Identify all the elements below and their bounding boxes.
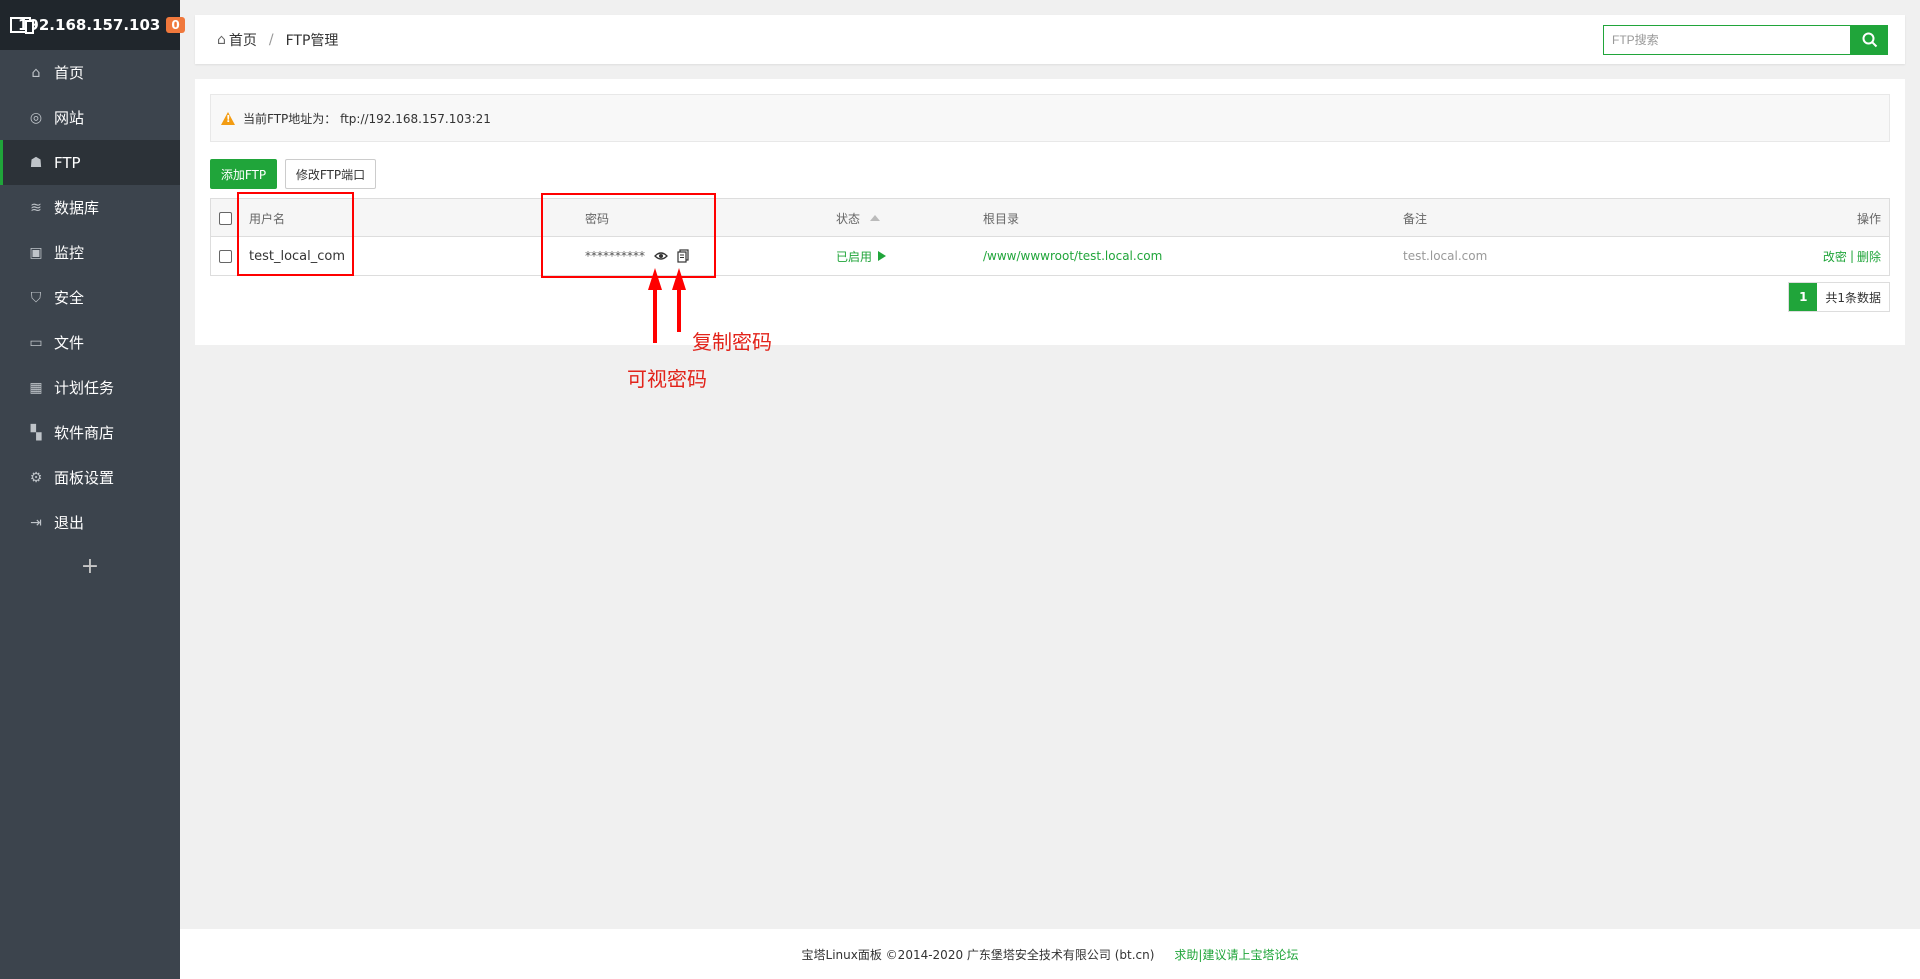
password-highlight-box xyxy=(541,193,716,278)
monitor-icon: ▣ xyxy=(29,244,43,261)
notification-badge[interactable]: 0 xyxy=(166,17,185,33)
gear-icon: ⚙ xyxy=(29,469,43,486)
header-root: 根目录 xyxy=(983,211,1020,226)
page-total: 共1条数据 xyxy=(1825,290,1881,305)
select-all-checkbox[interactable] xyxy=(219,211,232,225)
pagination: 1 共1条数据 xyxy=(1788,282,1890,312)
delete-link[interactable]: 删除 xyxy=(1857,248,1881,265)
footer: 宝塔Linux面板 ©2014-2020 广东堡塔安全技术有限公司 (bt.cn… xyxy=(180,929,1920,979)
logout-icon: ⇥ xyxy=(30,514,42,531)
add-ftp-button[interactable]: 添加FTP xyxy=(210,159,277,189)
sidebar-item-label: 计划任务 xyxy=(54,379,115,397)
warning-icon: ! xyxy=(221,111,235,125)
breadcrumb-separator: / xyxy=(268,31,274,48)
play-icon xyxy=(878,251,887,261)
sidebar-item-home[interactable]: ⌂ 首页 xyxy=(0,50,180,95)
sidebar-item-ftp[interactable]: ☗ FTP xyxy=(0,140,180,185)
add-icon[interactable]: + xyxy=(0,545,180,587)
breadcrumb-home[interactable]: 首页 xyxy=(229,30,257,50)
home-icon: ⌂ xyxy=(31,64,41,81)
sidebar-item-monitor[interactable]: ▣ 监控 xyxy=(0,230,180,275)
server-header[interactable]: 192.168.157.103 0 xyxy=(0,0,185,50)
sidebar-item-label: 安全 xyxy=(54,289,85,307)
status-label: 已启用 xyxy=(836,249,873,264)
sidebar: 192.168.157.103 0 ⌂ 首页 ◎ 网站 ☗ FTP ≋ 数据库 ▣ 监控 … xyxy=(0,0,185,979)
sidebar-item-cron[interactable]: ▦ 计划任务 xyxy=(0,365,180,410)
modify-ftp-port-button[interactable]: 修改FTP端口 xyxy=(285,159,376,189)
sidebar-item-label: 面板设置 xyxy=(54,469,115,487)
arrow-view xyxy=(648,268,662,343)
sort-up-icon xyxy=(870,215,881,221)
sidebar-item-label: 首页 xyxy=(54,64,85,82)
row-note[interactable]: test.local.com xyxy=(1403,237,1487,275)
ftp-table: 用户名 密码 状态 根目录 备注 操作 test_local_com *****… xyxy=(210,198,1890,276)
table-header: 用户名 密码 状态 根目录 备注 操作 xyxy=(211,199,1889,237)
sidebar-item-security[interactable]: ⛉ 安全 xyxy=(0,275,180,320)
breadcrumb-current: FTP管理 xyxy=(285,32,339,49)
arrow-copy xyxy=(672,268,686,332)
sidebar-item-database[interactable]: ≋ 数据库 xyxy=(0,185,180,230)
sidebar-item-label: 网站 xyxy=(54,109,85,127)
search-button[interactable] xyxy=(1851,25,1888,55)
breadcrumb: ⌂ 首页 / FTP管理 xyxy=(195,15,1905,64)
search-icon xyxy=(1862,32,1877,48)
sidebar-menu: ⌂ 首页 ◎ 网站 ☗ FTP ≋ 数据库 ▣ 监控 ⛉ 安全 ▭ 文件 ▦ 计划任务 ▚ 软件商… xyxy=(0,50,180,545)
sidebar-item-settings[interactable]: ⚙ 面板设置 xyxy=(0,455,180,500)
page-current[interactable]: 1 xyxy=(1789,283,1818,311)
header-note: 备注 xyxy=(1403,211,1428,226)
sidebar-item-store[interactable]: ▚ 软件商店 xyxy=(0,410,180,455)
row-root-link[interactable]: /www/wwwroot/test.local.com xyxy=(983,237,1162,275)
sidebar-item-label: 文件 xyxy=(54,334,85,352)
sidebar-item-files[interactable]: ▭ 文件 xyxy=(0,320,180,365)
header-ops: 操作 xyxy=(1856,211,1881,226)
sidebar-item-label: 数据库 xyxy=(54,199,100,217)
calendar-icon: ▦ xyxy=(29,379,43,396)
table-row: test_local_com ********** 已启用 /www/wwwro… xyxy=(211,237,1889,275)
username-highlight-box xyxy=(237,192,354,276)
row-ops: 改密 | 删除 xyxy=(1823,237,1881,275)
main-panel: ! 当前FTP地址为： ftp://192.168.157.103:21 添加F… xyxy=(195,79,1905,345)
ftp-address-alert: ! 当前FTP地址为： ftp://192.168.157.103:21 xyxy=(210,94,1890,142)
footer-copyright: 宝塔Linux面板 ©2014-2020 广东堡塔安全技术有限公司 (bt.cn… xyxy=(801,947,1155,962)
annotation-arrows xyxy=(648,268,686,343)
header-status-label: 状态 xyxy=(836,211,861,226)
ftp-icon: ☗ xyxy=(29,154,43,171)
row-status[interactable]: 已启用 xyxy=(836,237,887,275)
header-status[interactable]: 状态 xyxy=(836,199,881,237)
footer-forum-link[interactable]: 求助|建议请上宝塔论坛 xyxy=(1174,946,1298,963)
row-checkbox[interactable] xyxy=(219,249,232,263)
annotation-view-password: 可视密码 xyxy=(627,367,707,391)
server-ip: 192.168.157.103 xyxy=(18,16,161,34)
home-icon: ⌂ xyxy=(217,31,226,48)
folder-icon: ▭ xyxy=(29,334,43,351)
search-box xyxy=(1603,25,1888,55)
sidebar-item-label: 监控 xyxy=(54,244,85,262)
shield-icon: ⛉ xyxy=(30,289,42,306)
sidebar-item-website[interactable]: ◎ 网站 xyxy=(0,95,180,140)
annotation-copy-password: 复制密码 xyxy=(692,330,772,354)
sidebar-item-logout[interactable]: ⇥ 退出 xyxy=(0,500,180,545)
ops-separator: | xyxy=(1849,249,1854,263)
alert-text: 当前FTP地址为： ftp://192.168.157.103:21 xyxy=(243,111,491,126)
search-input[interactable] xyxy=(1603,25,1852,55)
change-password-link[interactable]: 改密 xyxy=(1823,248,1847,265)
globe-icon: ◎ xyxy=(29,109,43,126)
sidebar-item-label: 退出 xyxy=(54,514,85,532)
grid-icon: ▚ xyxy=(30,424,42,441)
database-icon: ≋ xyxy=(30,199,42,216)
sidebar-item-label: 软件商店 xyxy=(54,424,115,442)
sidebar-item-label: FTP xyxy=(54,153,81,172)
